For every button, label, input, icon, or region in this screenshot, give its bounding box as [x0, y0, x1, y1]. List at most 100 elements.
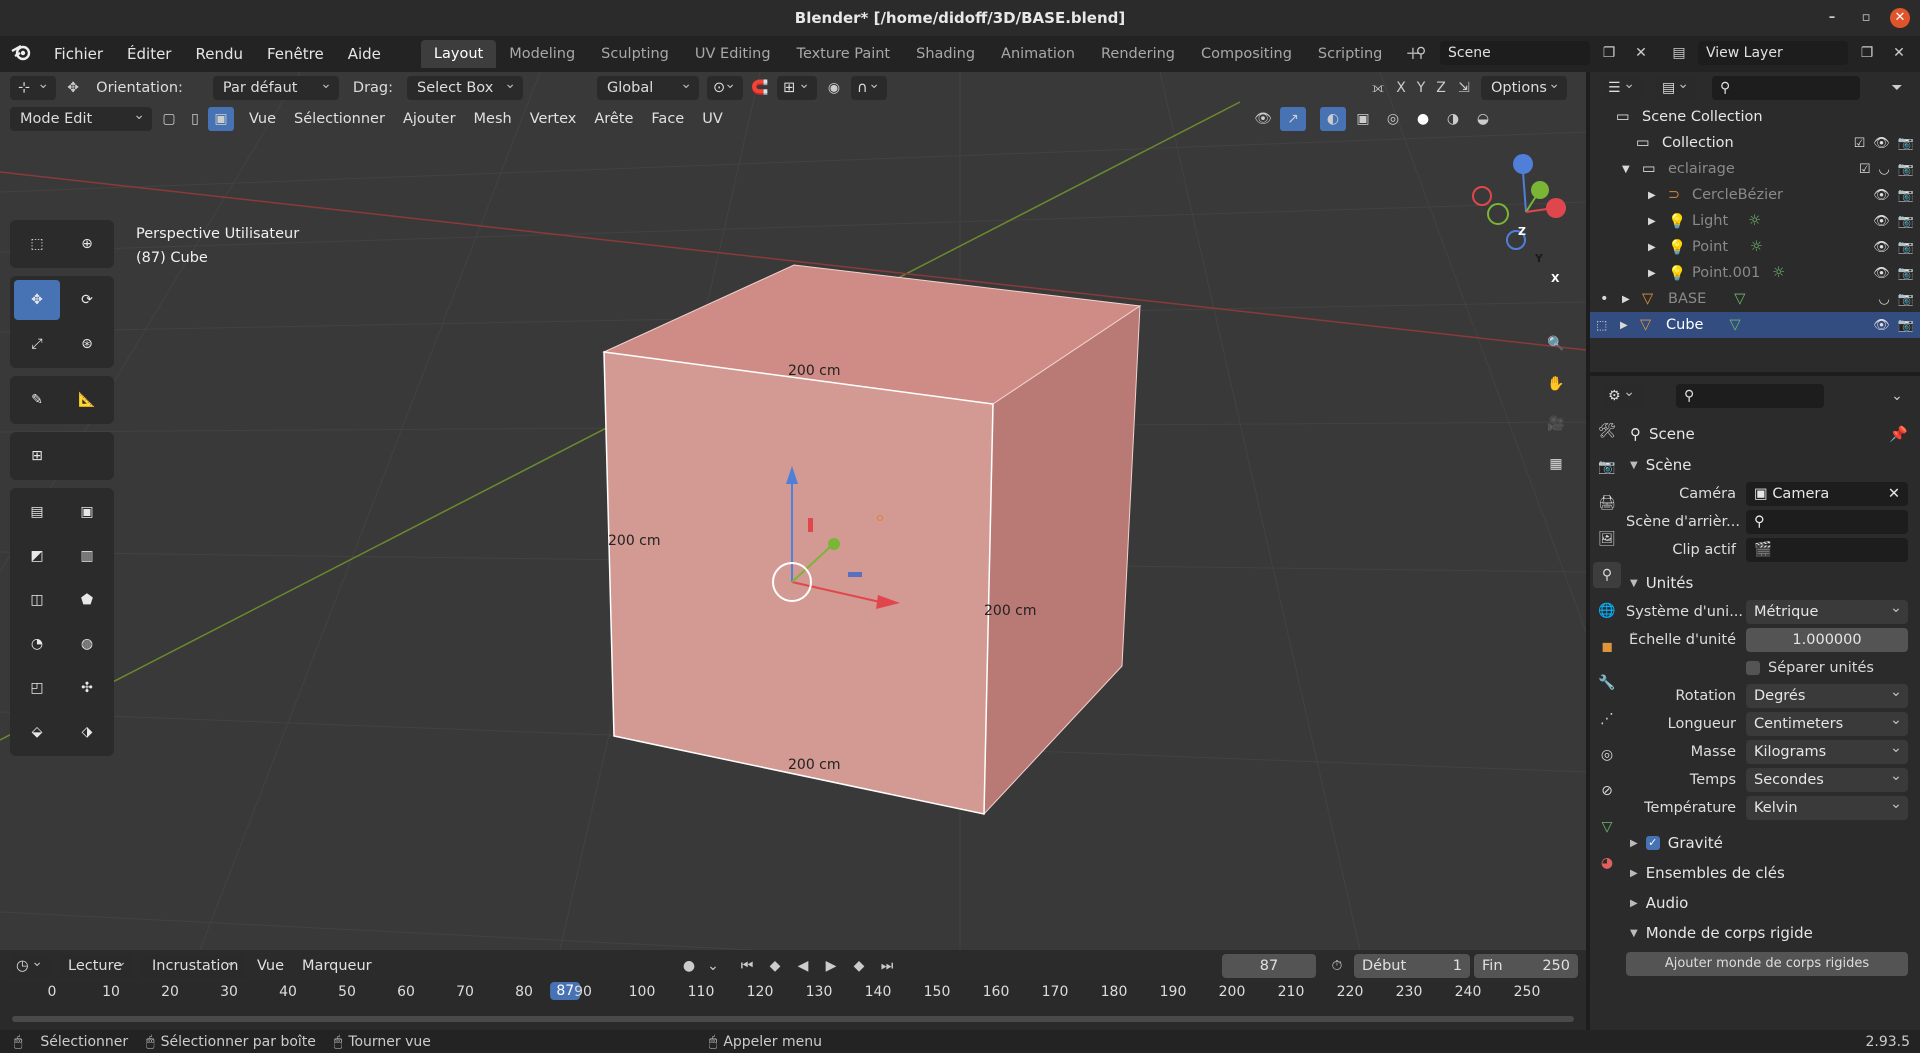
- background-scene-field[interactable]: ⚲: [1746, 510, 1908, 534]
- snap-target-dropdown[interactable]: ⊞: [777, 72, 818, 100]
- expand-icon[interactable]: ▶: [1648, 190, 1668, 201]
- tab-rendering[interactable]: Rendering: [1088, 40, 1188, 68]
- outliner-row-point[interactable]: ▶ 💡 Point ☼ 👁 📷: [1590, 234, 1920, 260]
- view-layer-tab-icon[interactable]: 🖼: [1593, 526, 1621, 552]
- smooth-icon[interactable]: ◍: [64, 624, 110, 664]
- menu-mesh[interactable]: Mesh: [465, 111, 521, 127]
- delete-view-layer-icon[interactable]: ✕: [1886, 41, 1912, 65]
- transform-orientation-dropdown[interactable]: Global: [597, 72, 700, 100]
- gizmo-toggle-icon[interactable]: ↗: [1280, 107, 1306, 131]
- edge-slide-icon[interactable]: ◰: [14, 668, 60, 708]
- expand-icon[interactable]: ▶: [1648, 268, 1668, 279]
- add-rigid-world-button[interactable]: Ajouter monde de corps rigides: [1626, 952, 1908, 976]
- vertex-select-icon[interactable]: ▢: [156, 107, 182, 131]
- scale-icon[interactable]: ⤢: [14, 324, 60, 364]
- tab-uv-editing[interactable]: UV Editing: [682, 40, 784, 68]
- shear-icon[interactable]: ⬙: [14, 712, 60, 752]
- menu-aide[interactable]: Aide: [336, 45, 393, 63]
- timeline-marker-menu[interactable]: Marqueur: [293, 958, 381, 974]
- menu-rendu[interactable]: Rendu: [183, 45, 255, 63]
- tab-compositing[interactable]: Compositing: [1188, 40, 1305, 68]
- camera-icon[interactable]: 📷: [1898, 240, 1914, 255]
- bevel-icon[interactable]: ◩: [14, 536, 60, 576]
- wireframe-shading-icon[interactable]: ◎: [1380, 107, 1406, 131]
- camera-icon[interactable]: 📷: [1898, 188, 1914, 203]
- drag-dropdown[interactable]: Select Box: [407, 72, 524, 100]
- timeline-ruler[interactable]: 87 0 10 20 30 40 50 60 70 80 90 100 110 120 130 140 150…: [0, 982, 1586, 1030]
- xray-icon[interactable]: ▣: [1350, 107, 1376, 131]
- add-cube-icon[interactable]: ⊞: [14, 436, 60, 476]
- scene-icon[interactable]: ⚲: [1408, 41, 1434, 65]
- proportional-edit-icon[interactable]: ◉: [821, 76, 847, 100]
- minimize-icon[interactable]: –: [1822, 8, 1842, 28]
- camera-icon[interactable]: 📷: [1898, 214, 1914, 229]
- separate-units-checkbox[interactable]: [1746, 661, 1760, 675]
- camera-field[interactable]: ▣ Camera ✕: [1746, 482, 1908, 506]
- scene-tab-icon[interactable]: ⚲: [1593, 562, 1621, 588]
- tab-animation[interactable]: Animation: [988, 40, 1088, 68]
- overlay-toggle-icon[interactable]: ◐: [1320, 107, 1346, 131]
- checkbox-icon[interactable]: ☑: [1859, 162, 1871, 177]
- rigid-world-panel-header[interactable]: ▼ Monde de corps rigide: [1626, 918, 1916, 948]
- camera-view-icon[interactable]: 🎥: [1540, 410, 1572, 438]
- scene-name-field[interactable]: Scene: [1440, 41, 1590, 65]
- camera-icon[interactable]: 📷: [1898, 136, 1914, 151]
- end-frame-field[interactable]: Fin 250: [1474, 954, 1578, 978]
- view-layer-field[interactable]: View Layer: [1698, 41, 1848, 65]
- edge-select-icon[interactable]: ▯: [182, 107, 208, 131]
- eye-closed-icon[interactable]: ◡: [1878, 292, 1889, 307]
- snap-icon[interactable]: 🧲: [747, 76, 773, 100]
- outliner-editor-type[interactable]: ☰: [1602, 72, 1642, 100]
- timeline-scrollbar[interactable]: [12, 1016, 1574, 1022]
- rotation-dropdown[interactable]: Degrés: [1746, 680, 1908, 708]
- outliner-row-cube[interactable]: ⬚ ▶ ▽ Cube ▽ 👁 📷: [1590, 312, 1920, 338]
- playback-dropdown[interactable]: Lecture: [58, 950, 134, 978]
- camera-icon[interactable]: 📷: [1898, 318, 1914, 333]
- play-reverse-icon[interactable]: ◀: [790, 954, 816, 978]
- spin-icon[interactable]: ◔: [14, 624, 60, 664]
- data-tab-icon[interactable]: ▽: [1593, 814, 1621, 840]
- rip-icon[interactable]: ⬗: [64, 712, 110, 752]
- blender-logo-icon[interactable]: [0, 42, 42, 67]
- tab-scripting[interactable]: Scripting: [1305, 40, 1395, 68]
- eye-icon[interactable]: 👁: [1873, 136, 1890, 151]
- outliner-row-collection[interactable]: ▭ Collection ☑ 👁 📷: [1590, 130, 1920, 156]
- tab-sculpting[interactable]: Sculpting: [588, 40, 682, 68]
- loop-cut-icon[interactable]: ▥: [64, 536, 110, 576]
- tool-tab-icon[interactable]: 🛠: [1593, 418, 1621, 444]
- checkbox-icon[interactable]: ☑: [1854, 136, 1866, 151]
- move-tool-icon[interactable]: ✥: [60, 76, 86, 100]
- zoom-icon[interactable]: 🔍: [1540, 330, 1572, 358]
- expand-icon[interactable]: ▶: [1648, 216, 1668, 227]
- world-tab-icon[interactable]: 🌐: [1593, 598, 1621, 624]
- face-select-icon[interactable]: ▣: [208, 107, 234, 131]
- extrude-icon[interactable]: ▤: [14, 492, 60, 532]
- mirror-y-toggle[interactable]: Y: [1411, 76, 1431, 100]
- poly-build-icon[interactable]: ⬟: [64, 580, 110, 620]
- eye-icon[interactable]: 👁: [1873, 266, 1890, 281]
- pan-hand-icon[interactable]: ✋: [1540, 370, 1572, 398]
- properties-options-icon[interactable]: ⌄: [1884, 384, 1910, 408]
- menu-uv[interactable]: UV: [693, 111, 732, 127]
- outliner-row-light[interactable]: ▶ 💡 Light ☼ 👁 📷: [1590, 208, 1920, 234]
- display-mode-dropdown[interactable]: ▤: [1656, 72, 1696, 100]
- menu-editer[interactable]: Éditer: [115, 45, 183, 63]
- eye-icon[interactable]: 👁: [1873, 318, 1890, 333]
- timeline-view-menu[interactable]: Vue: [248, 958, 293, 974]
- mirror-z-toggle[interactable]: Z: [1431, 76, 1451, 100]
- record-options-icon[interactable]: ⌄: [704, 954, 722, 978]
- outliner-row-scene-collection[interactable]: ▭ Scene Collection: [1590, 104, 1920, 130]
- tab-layout[interactable]: Layout: [420, 40, 497, 68]
- menu-vue[interactable]: Vue: [240, 111, 285, 127]
- timeline-editor-type[interactable]: ◷: [10, 950, 50, 978]
- keying-dropdown[interactable]: Incrustation: [142, 950, 244, 978]
- falloff-dropdown[interactable]: ∩: [851, 72, 888, 100]
- menu-arete[interactable]: Arête: [585, 111, 642, 127]
- units-panel-header[interactable]: ▼ Unités: [1626, 568, 1916, 598]
- tab-texture-paint[interactable]: Texture Paint: [784, 40, 904, 68]
- knife-icon[interactable]: ◫: [14, 580, 60, 620]
- measure-icon[interactable]: 📐: [64, 380, 110, 420]
- eye-icon[interactable]: 👁: [1873, 188, 1890, 203]
- unit-scale-field[interactable]: 1.000000: [1746, 628, 1908, 652]
- gravity-checkbox[interactable]: ✓: [1645, 836, 1660, 850]
